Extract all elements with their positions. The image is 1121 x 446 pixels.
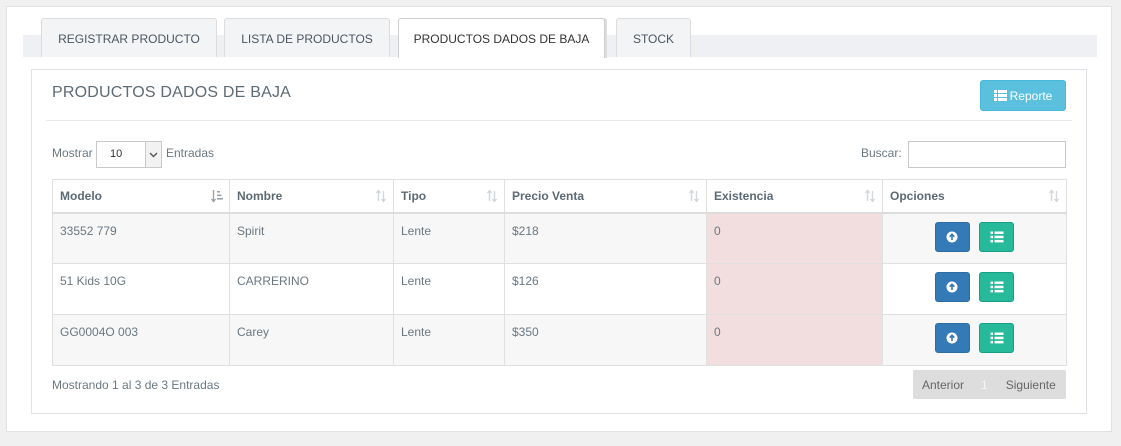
sort-icon	[688, 189, 700, 203]
table-row: 51 Kids 10G CARRERINO Lente $126 0	[52, 263, 1067, 315]
list-icon	[990, 231, 1004, 242]
page-length-value: 10	[110, 148, 123, 160]
cell-precio: $126	[504, 263, 707, 315]
cell-existencia: 0	[706, 263, 883, 315]
report-button-label: Reporte	[1009, 88, 1053, 103]
main-container: REGISTRAR PRODUCTO LISTA DE PRODUCTOS PR…	[6, 6, 1112, 432]
pagination: Anterior 1 Siguiente	[913, 370, 1066, 399]
cell-tipo: Lente	[393, 314, 505, 366]
pagination-next[interactable]: Siguiente	[1006, 378, 1056, 392]
table-info: Mostrando 1 al 3 de 3 Entradas	[52, 378, 220, 392]
restore-button[interactable]	[934, 323, 970, 353]
pagination-previous[interactable]: Anterior	[922, 378, 964, 392]
cell-opciones	[882, 314, 1067, 366]
cell-modelo: 33552 779	[52, 212, 230, 264]
details-button[interactable]	[979, 272, 1015, 302]
table-row: GG0004O 003 Carey Lente $350 0	[52, 314, 1067, 366]
cell-modelo: GG0004O 003	[52, 314, 230, 366]
search-label: Buscar:	[861, 146, 902, 160]
column-header-tipo[interactable]: Tipo	[393, 179, 505, 214]
column-header-existencia[interactable]: Existencia	[706, 179, 883, 214]
details-button[interactable]	[979, 323, 1015, 353]
entries-label: Entradas	[166, 146, 215, 160]
column-header-modelo[interactable]: Modelo	[52, 179, 230, 214]
sort-icon	[375, 189, 387, 203]
cell-opciones	[882, 263, 1067, 315]
cell-modelo: 51 Kids 10G	[52, 263, 230, 315]
products-table: Modelo Nombre Tipo Precio Venta Existenc…	[52, 179, 1067, 366]
cell-tipo: Lente	[393, 263, 505, 315]
arrow-circle-up-icon	[946, 231, 958, 242]
sort-asc-icon	[211, 190, 223, 203]
cell-precio: $218	[504, 212, 707, 264]
page-length-select[interactable]: 10	[96, 141, 162, 168]
cell-nombre: CARRERINO	[229, 263, 394, 315]
content-panel: PRODUCTOS DADOS DE BAJA Reporte Mostrar …	[31, 69, 1087, 414]
table-header-row: Modelo Nombre Tipo Precio Venta Existenc…	[52, 179, 1067, 214]
restore-button[interactable]	[934, 272, 970, 302]
details-button[interactable]	[979, 221, 1015, 252]
tab-registrar-producto[interactable]: REGISTRAR PRODUCTO	[41, 18, 217, 57]
sort-icon	[864, 189, 876, 203]
show-label: Mostrar	[52, 146, 93, 160]
column-header-precio-venta[interactable]: Precio Venta	[504, 179, 707, 214]
cell-existencia: 0	[706, 314, 883, 366]
column-header-opciones[interactable]: Opciones	[882, 179, 1067, 214]
search-input[interactable]	[908, 141, 1066, 168]
cell-nombre: Spirit	[229, 212, 394, 264]
table-row: 33552 779 Spirit Lente $218 0	[52, 212, 1067, 264]
sort-icon	[1048, 189, 1060, 203]
cell-tipo: Lente	[393, 212, 505, 264]
list-icon	[990, 281, 1004, 293]
cell-existencia: 0	[706, 212, 883, 264]
cell-nombre: Carey	[229, 314, 394, 366]
report-button[interactable]: Reporte	[980, 80, 1066, 111]
page-title: PRODUCTOS DADOS DE BAJA	[52, 84, 292, 101]
tab-stock[interactable]: STOCK	[616, 18, 691, 57]
pagination-page-1[interactable]: 1	[981, 378, 988, 392]
list-icon	[993, 90, 1007, 101]
panel-divider	[46, 120, 1072, 121]
tab-productos-dados-de-baja[interactable]: PRODUCTOS DADOS DE BAJA	[398, 18, 605, 58]
arrow-circle-up-icon	[946, 281, 958, 293]
cell-precio: $350	[504, 314, 707, 366]
tab-lista-de-productos[interactable]: LISTA DE PRODUCTOS	[224, 18, 390, 57]
list-icon	[990, 332, 1004, 344]
arrow-circle-up-icon	[946, 332, 958, 344]
sort-icon	[486, 189, 498, 203]
cell-opciones	[882, 212, 1067, 264]
chevron-down-icon	[145, 142, 161, 167]
column-header-nombre[interactable]: Nombre	[229, 179, 394, 214]
restore-button[interactable]	[934, 221, 970, 252]
